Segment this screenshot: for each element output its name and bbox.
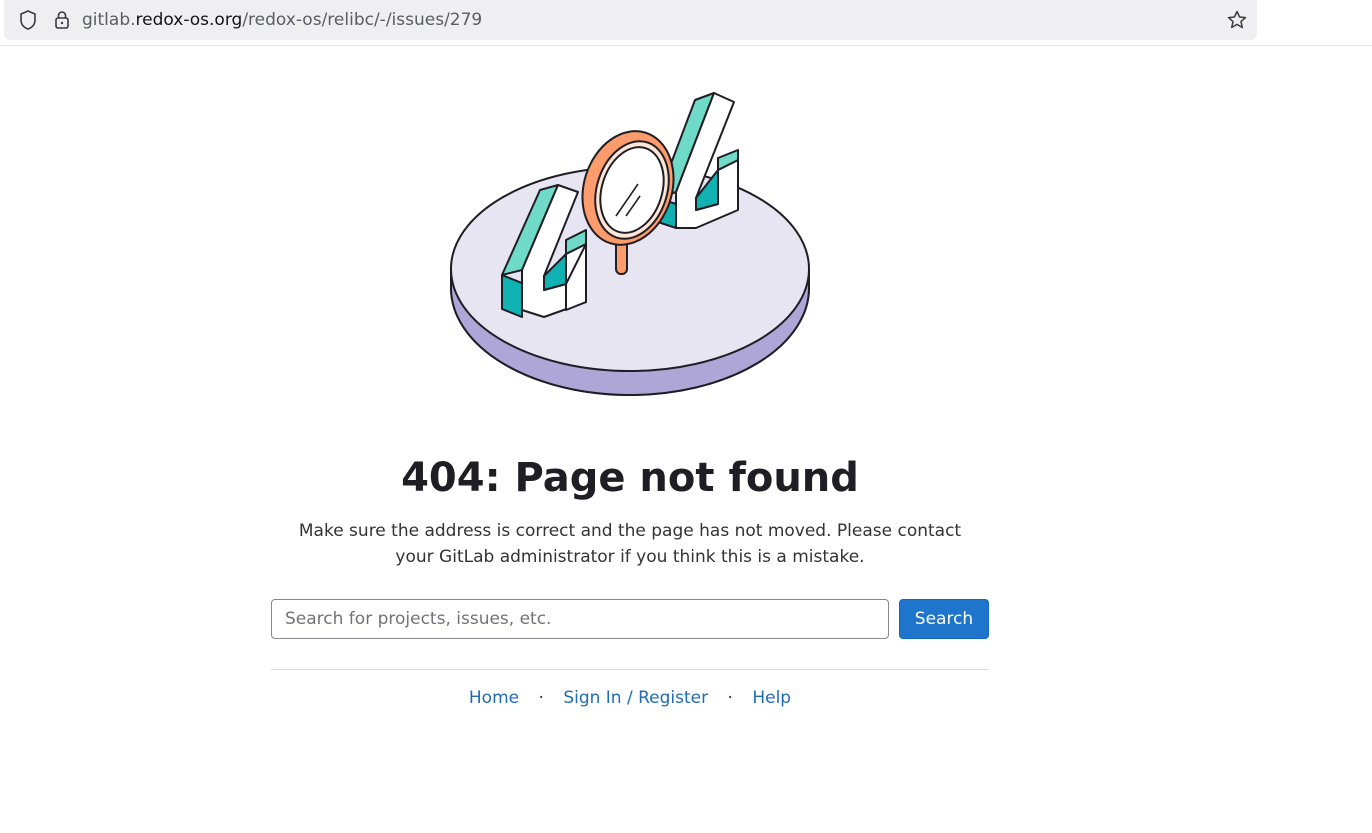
browser-toolbar: gitlab.redox-os.org/redox-os/relibc/-/is… <box>0 0 1372 46</box>
footer-links: Home · Sign In / Register · Help <box>0 686 1260 710</box>
shield-icon[interactable] <box>18 9 38 35</box>
error-description: Make sure the address is correct and the… <box>298 521 962 567</box>
url-text[interactable]: gitlab.redox-os.org/redox-os/relibc/-/is… <box>82 9 482 31</box>
lock-icon[interactable] <box>53 9 71 35</box>
404-illustration <box>440 80 820 410</box>
separator-dot: · <box>727 688 733 708</box>
url-host: redox-os.org <box>135 10 243 30</box>
sign-in-register-link[interactable]: Sign In / Register <box>563 688 708 708</box>
search-form: Search <box>271 599 989 639</box>
url-path: /redox-os/relibc/-/issues/279 <box>242 10 483 30</box>
search-button[interactable]: Search <box>899 599 989 639</box>
help-link[interactable]: Help <box>752 688 791 708</box>
page-title: 404: Page not found <box>401 455 859 501</box>
bookmark-star-icon[interactable] <box>1226 9 1248 35</box>
url-prefix: gitlab. <box>82 10 136 30</box>
home-link[interactable]: Home <box>469 688 519 708</box>
address-bar[interactable]: gitlab.redox-os.org/redox-os/relibc/-/is… <box>4 0 1257 40</box>
separator-dot: · <box>538 688 544 708</box>
search-input[interactable] <box>271 599 889 639</box>
divider <box>271 669 989 670</box>
